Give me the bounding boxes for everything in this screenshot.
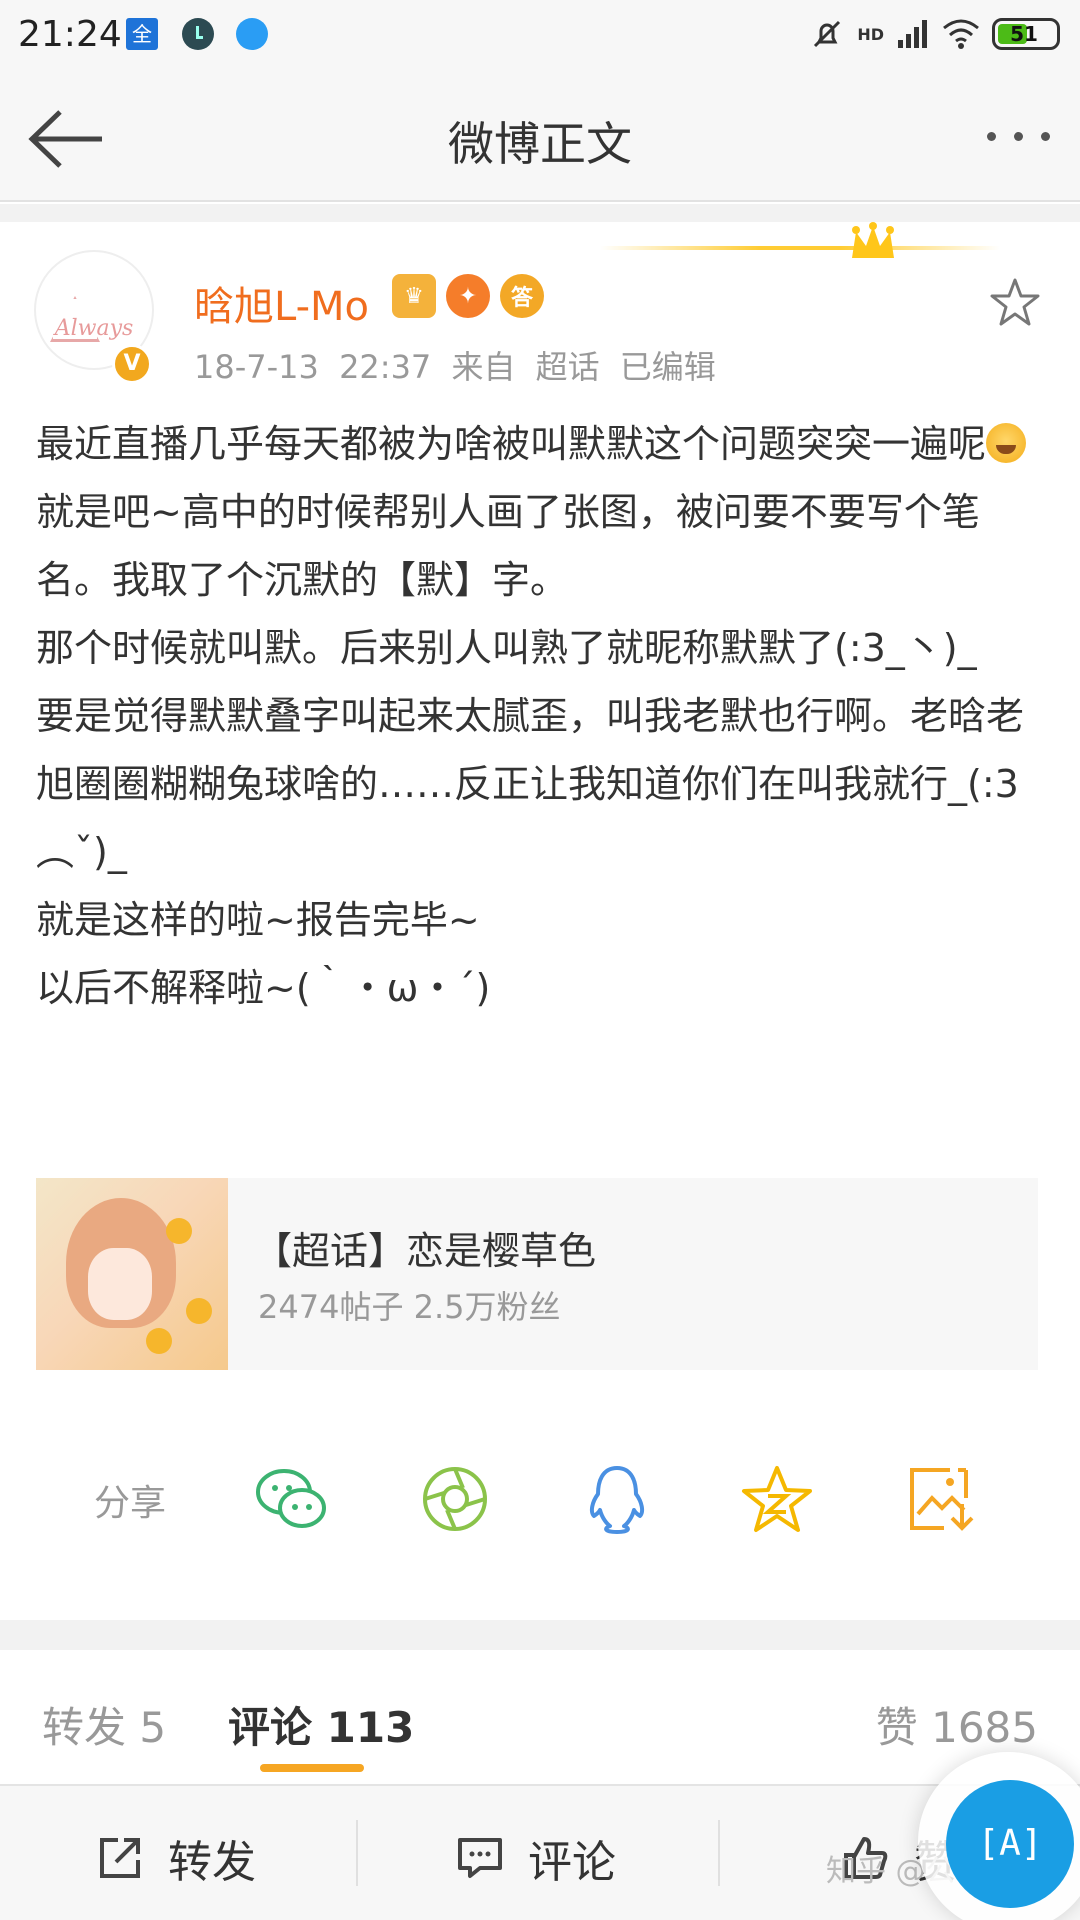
divider [718, 1820, 720, 1886]
divider [0, 204, 1080, 222]
fire-bird-icon[interactable]: ✦ [446, 274, 490, 318]
post-line: 那个时候就叫默。后来别人叫熟了就昵称默默了(:3_丶)_ [36, 626, 977, 670]
share-label: 分享 [94, 1483, 167, 1524]
network-type: HD [857, 24, 884, 44]
topic-stats: 2474帖子 2.5万粉丝 [258, 1288, 561, 1326]
dot [1014, 132, 1023, 141]
mute-bell-icon [814, 20, 841, 48]
post-line: 要是觉得默默叠字叫起来太腻歪，叫我老默也行啊。老晗老旭圈圈糊糊兔球啥的……反正让… [36, 694, 1025, 874]
status-time: 21:24 [18, 14, 122, 55]
tab-repost[interactable]: 转发 5 [42, 1694, 166, 1755]
battery-level: 51 [1010, 22, 1038, 46]
crown-icon [852, 222, 894, 258]
vip-crown-icon[interactable]: ♛ [392, 274, 436, 318]
dot [1041, 132, 1050, 141]
more-dots-icon[interactable] [987, 132, 1050, 141]
post-line: 以后不解释啦~(｀・ω・´) [36, 966, 491, 1010]
translate-fab-button[interactable]: [A] [946, 1780, 1074, 1908]
battery-icon: 51 [992, 18, 1060, 50]
qq-icon[interactable] [580, 1464, 654, 1534]
thumb-art [88, 1248, 152, 1320]
active-tab-indicator [260, 1764, 364, 1772]
nav-bar: 微博正文 [0, 74, 1080, 202]
tab-comment[interactable]: 评论 113 [228, 1694, 414, 1755]
post-meta: 18-7-13 22:37 来自 超话 已编辑 [194, 348, 716, 386]
wechat-icon[interactable] [254, 1464, 328, 1534]
save-image-icon[interactable] [906, 1464, 980, 1534]
comment-bubble-icon [458, 1838, 502, 1878]
qzone-icon[interactable] [740, 1464, 814, 1534]
share-out-icon [100, 1838, 140, 1878]
quan-app-icon: 全 [126, 18, 158, 50]
topic-thumbnail [36, 1178, 228, 1370]
wifi-icon [943, 19, 979, 49]
answer-badge-icon[interactable]: 答 [500, 274, 544, 318]
topic-card[interactable]: 【超话】恋是樱草色 2474帖子 2.5万粉丝 [36, 1178, 1038, 1370]
repost-button[interactable]: 转发 [96, 1826, 256, 1890]
moments-icon[interactable] [418, 1464, 492, 1534]
author-name[interactable]: 晗旭L-Mo [194, 274, 369, 332]
vip-decor-line [600, 246, 1000, 250]
post-line: 就是这样的啦~报告完毕~ [36, 898, 480, 942]
thumb-flower [146, 1328, 172, 1354]
laugh-cry-emoji-icon [986, 423, 1027, 463]
dot [987, 132, 996, 141]
avatar-text: Always [54, 316, 134, 341]
page-title: 微博正文 [448, 117, 632, 171]
clock-app-icon [182, 18, 214, 50]
star-icon[interactable] [988, 276, 1042, 330]
post-line-text: 最近直播几乎每天都被为啥被叫默默这个问题突突一遍呢 [36, 422, 987, 466]
post-line: 就是吧~高中的时候帮别人画了张图，被问要不要写个笔名。我取了个沉默的【默】字。 [36, 490, 980, 602]
repost-label: 转发 [168, 1837, 256, 1888]
signal-icon [898, 20, 927, 48]
comment-button[interactable]: 评论 [456, 1826, 616, 1890]
verified-badge-icon: V [112, 344, 152, 384]
status-right: HD 51 [809, 16, 1060, 52]
comment-label: 评论 [528, 1837, 616, 1888]
tab-like[interactable]: 赞 1685 [876, 1694, 1038, 1755]
topic-title: 【超话】恋是樱草色 [254, 1229, 597, 1273]
divider [356, 1820, 358, 1886]
thumb-flower [186, 1298, 212, 1324]
post-body: 最近直播几乎每天都被为啥被叫默默这个问题突突一遍呢 就是吧~高中的时候帮别人画了… [36, 410, 1046, 1022]
status-bar: 21:24 全 HD 51 [0, 0, 1080, 74]
divider [0, 1620, 1080, 1650]
thumb-flower [166, 1218, 192, 1244]
bird-app-icon [236, 18, 268, 50]
post-line: 最近直播几乎每天都被为啥被叫默默这个问题突突一遍呢 [36, 410, 1046, 478]
author-badges: ♛ ✦ 答 [392, 274, 544, 318]
